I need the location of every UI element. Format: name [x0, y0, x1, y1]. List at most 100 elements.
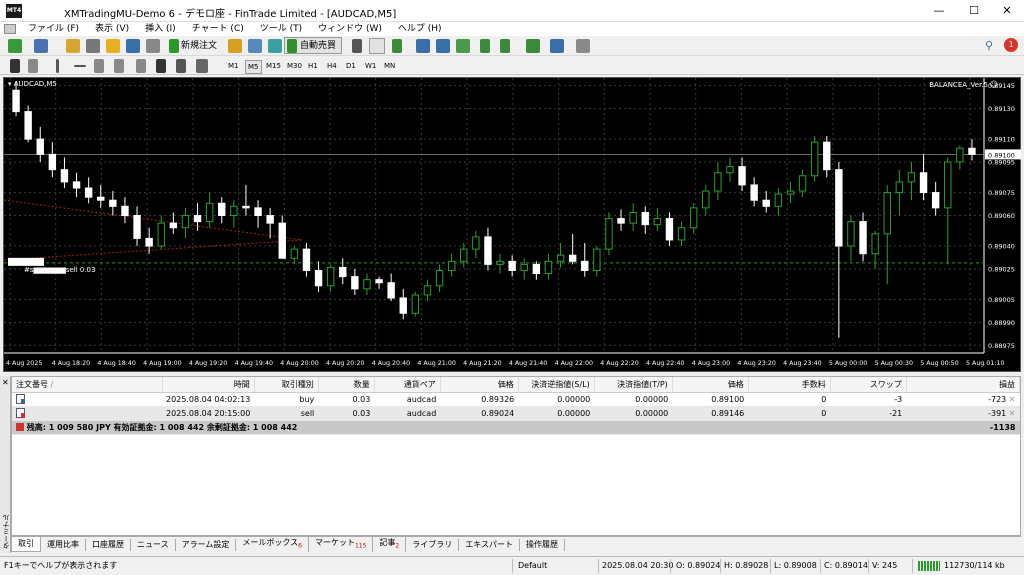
- timeframe-mn[interactable]: MN: [382, 60, 397, 72]
- menu-insert[interactable]: 挿入 (I): [137, 23, 184, 35]
- tab-market[interactable]: マーケット115: [309, 536, 374, 553]
- signals-icon[interactable]: [248, 39, 262, 53]
- fibonacci-icon[interactable]: [136, 59, 146, 73]
- metaeditor-icon[interactable]: [228, 39, 242, 53]
- strategy-tester-icon[interactable]: [146, 39, 160, 53]
- candlestick-chart-icon[interactable]: [369, 38, 385, 54]
- cell-current-price: 0.89146: [672, 406, 749, 421]
- close-window-button[interactable]: ✕: [990, 0, 1024, 22]
- tile-windows-icon[interactable]: [456, 39, 470, 53]
- col-tp[interactable]: 決済指値(T/P): [594, 377, 673, 393]
- col-price[interactable]: 価格: [440, 377, 519, 393]
- arrows-icon[interactable]: [196, 59, 208, 73]
- tab-alerts[interactable]: アラーム設定: [176, 538, 237, 551]
- timeframe-w1[interactable]: W1: [363, 60, 378, 72]
- new-order-button[interactable]: 新規注文: [181, 39, 217, 53]
- maximize-button[interactable]: ☐: [957, 0, 991, 22]
- zoom-out-icon[interactable]: [436, 39, 450, 53]
- horizontal-line-icon[interactable]: [74, 65, 86, 67]
- periods-icon[interactable]: [550, 39, 564, 53]
- col-ticket[interactable]: 注文番号 /: [12, 377, 163, 393]
- vertical-line-icon[interactable]: [56, 59, 59, 73]
- terminal-close-icon[interactable]: ✕: [2, 378, 9, 387]
- col-symbol[interactable]: 通貨ペア: [374, 377, 441, 393]
- timeframe-d1[interactable]: D1: [344, 60, 358, 72]
- time-tick-label: 4 Aug 21:00: [417, 360, 455, 367]
- col-commission[interactable]: 手数料: [748, 377, 831, 393]
- timeframe-m1[interactable]: M1: [226, 60, 241, 72]
- cell-tp: 0.00000: [594, 406, 673, 421]
- text-icon[interactable]: [156, 59, 166, 73]
- vps-icon[interactable]: [268, 39, 282, 53]
- candle-body: [326, 266, 335, 287]
- menu-window[interactable]: ウィンドウ (W): [310, 23, 390, 35]
- timeframe-m15[interactable]: M15: [264, 60, 283, 72]
- candle-body: [750, 184, 758, 201]
- menu-tools[interactable]: ツール (T): [252, 23, 310, 35]
- col-type[interactable]: 取引種別: [254, 377, 319, 393]
- col-current-price[interactable]: 価格: [672, 377, 749, 393]
- col-profit[interactable]: 損益: [906, 377, 1021, 393]
- tab-articles[interactable]: 記事2: [373, 536, 407, 553]
- market-watch-icon[interactable]: [66, 39, 80, 53]
- cell-price: 0.89326: [440, 392, 519, 407]
- menu-view[interactable]: 表示 (V): [87, 23, 137, 35]
- connection-bars-icon[interactable]: [918, 561, 940, 571]
- text-label-icon[interactable]: [176, 59, 186, 73]
- candle-body: [786, 190, 795, 195]
- table-row[interactable]: 2025.08.04 20:15:00 sell 0.03 audcad 0.8…: [12, 406, 1020, 421]
- trendline-icon[interactable]: [94, 59, 104, 73]
- menu-file[interactable]: ファイル (F): [20, 23, 87, 35]
- candle-body: [36, 138, 44, 155]
- new-chart-icon[interactable]: [8, 39, 22, 53]
- tab-library[interactable]: ライブラリ: [406, 538, 460, 551]
- data-window-icon[interactable]: [86, 39, 100, 53]
- indicators-icon[interactable]: [526, 39, 540, 53]
- timeframe-m5[interactable]: M5: [245, 60, 262, 74]
- close-order-icon[interactable]: ✕: [1009, 409, 1016, 418]
- profiles-icon[interactable]: [34, 39, 48, 53]
- candle-body: [689, 207, 698, 229]
- table-row[interactable]: 2025.08.04 04:02:13 buy 0.03 audcad 0.89…: [12, 392, 1020, 407]
- chart-shift-icon[interactable]: [480, 39, 490, 53]
- price-chart[interactable]: 0.89145 0.89130 0.89110 0.89095 0.89075 0.890…: [3, 77, 1021, 372]
- cell-time: 2025.08.04 20:15:00: [162, 406, 255, 421]
- tab-account-history[interactable]: 口座履歴: [86, 538, 131, 551]
- templates-icon[interactable]: [576, 39, 590, 53]
- timeframe-h1[interactable]: H1: [306, 60, 320, 72]
- close-order-icon[interactable]: ✕: [1009, 395, 1016, 404]
- notifications-badge[interactable]: 1: [1004, 38, 1018, 52]
- time-tick-label: 4 Aug 23:20: [737, 360, 775, 367]
- col-sl[interactable]: 決済逆指値(S/L): [518, 377, 595, 393]
- col-swap[interactable]: スワップ: [830, 377, 907, 393]
- bar-chart-icon[interactable]: [352, 39, 362, 53]
- crosshair-icon[interactable]: [28, 59, 38, 73]
- tab-mailbox[interactable]: メールボックス6: [236, 536, 309, 553]
- zoom-in-icon[interactable]: [416, 39, 430, 53]
- tab-journal[interactable]: 操作履歴: [520, 538, 566, 551]
- candle-body: [278, 222, 286, 259]
- tab-exposure[interactable]: 運用比率: [41, 538, 86, 551]
- tab-news[interactable]: ニュース: [131, 538, 176, 551]
- tab-experts[interactable]: エキスパート: [459, 538, 521, 551]
- minimize-button[interactable]: —: [922, 0, 956, 22]
- menu-help[interactable]: ヘルプ (H): [390, 23, 450, 35]
- price-tick-label: 0.88990: [988, 319, 1015, 327]
- terminal-icon[interactable]: [126, 39, 140, 53]
- menu-chart[interactable]: チャート (C): [184, 23, 252, 35]
- search-icon[interactable]: ⚲: [985, 39, 993, 52]
- navigator-icon[interactable]: [106, 39, 120, 53]
- chart-window-icon[interactable]: [4, 24, 16, 34]
- tab-trade[interactable]: 取引: [11, 537, 41, 552]
- timeframe-m30[interactable]: M30: [285, 60, 304, 72]
- cursor-icon[interactable]: [10, 59, 20, 73]
- timeframe-h4[interactable]: H4: [325, 60, 339, 72]
- col-time[interactable]: 時間: [162, 377, 255, 393]
- line-chart-icon[interactable]: [392, 39, 402, 53]
- chart-canvas[interactable]: 0.891450.891300.891100.890950.890750.890…: [4, 78, 1022, 373]
- equidistant-channel-icon[interactable]: [114, 59, 124, 73]
- status-profile[interactable]: Default: [518, 560, 547, 572]
- col-size[interactable]: 数量: [318, 377, 375, 393]
- expert-advisor-label[interactable]: BALANCEA_Ver.5: [929, 81, 988, 89]
- autoscroll-icon[interactable]: [500, 39, 510, 53]
